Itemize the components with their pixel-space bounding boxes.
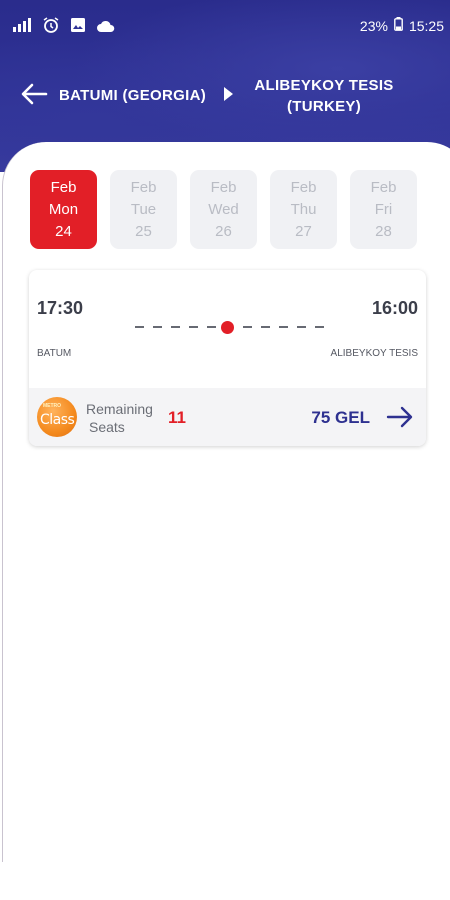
image-icon [71,18,85,35]
trip-card-footer: METRO Class Remaining Seats 11 75 GEL [29,388,426,446]
remaining-seats-label: Remaining Seats [86,401,153,435]
route-midpoint-dot [221,321,234,334]
cloud-icon [97,19,115,35]
battery-icon [394,17,403,34]
date-weekday: Mon [48,201,79,218]
date-weekday: Wed [208,201,239,218]
departure-time: 17:30 [37,298,84,318]
date-item-feb-24[interactable]: Feb Mon 24 [30,170,97,249]
remaining-seats-count: 11 [168,408,186,427]
date-month: Feb [130,179,157,196]
date-day: 26 [215,223,232,240]
origin-city: BATUMI (GEORGIA) [59,87,207,104]
destination-line-1: ALIBEYKOY TESIS [254,77,394,94]
destination-line-2: (TURKEY) [286,98,362,115]
content-sheet [2,142,450,862]
arrow-right-icon[interactable] [386,405,414,429]
date-weekday: Fri [374,201,393,218]
date-month: Feb [210,179,237,196]
date-item-feb-25[interactable]: Feb Tue 25 [110,170,177,249]
trip-price: 75 GEL [311,408,370,427]
departure-city: BATUM [37,348,72,359]
date-day: 25 [135,223,152,240]
route-direction-icon [224,87,233,101]
date-item-feb-26[interactable]: Feb Wed 26 [190,170,257,249]
arrival-city: ALIBEYKOY TESIS [330,348,418,359]
date-weekday: Thu [290,201,317,218]
alarm-icon [43,17,59,36]
date-day: 24 [55,223,72,240]
destination-city: ALIBEYKOY TESIS (TURKEY) [240,75,408,117]
date-item-feb-28[interactable]: Feb Fri 28 [350,170,417,249]
back-arrow-icon[interactable] [20,82,48,106]
date-month: Feb [50,179,77,196]
date-weekday: Tue [130,201,157,218]
date-selector: Feb Mon 24 Feb Tue 25 Feb Wed 26 Feb Thu… [30,170,417,249]
date-day: 28 [375,223,392,240]
status-bar: 23% 15:25 [0,0,450,48]
arrival-time: 16:00 [371,298,418,318]
signal-icon [13,18,31,35]
route-bar: BATUMI (GEORGIA) ALIBEYKOY TESIS (TURKEY… [0,70,450,125]
date-month: Feb [290,179,317,196]
date-item-feb-27[interactable]: Feb Thu 27 [270,170,337,249]
operator-logo: METRO Class [37,397,77,437]
battery-percent: 23% [359,17,388,34]
date-day: 27 [295,223,312,240]
date-month: Feb [370,179,397,196]
clock-time: 15:25 [408,17,444,34]
trip-card[interactable]: 17:30 16:00 BATUM ALIBEYKOY TESIS METRO … [29,270,426,446]
